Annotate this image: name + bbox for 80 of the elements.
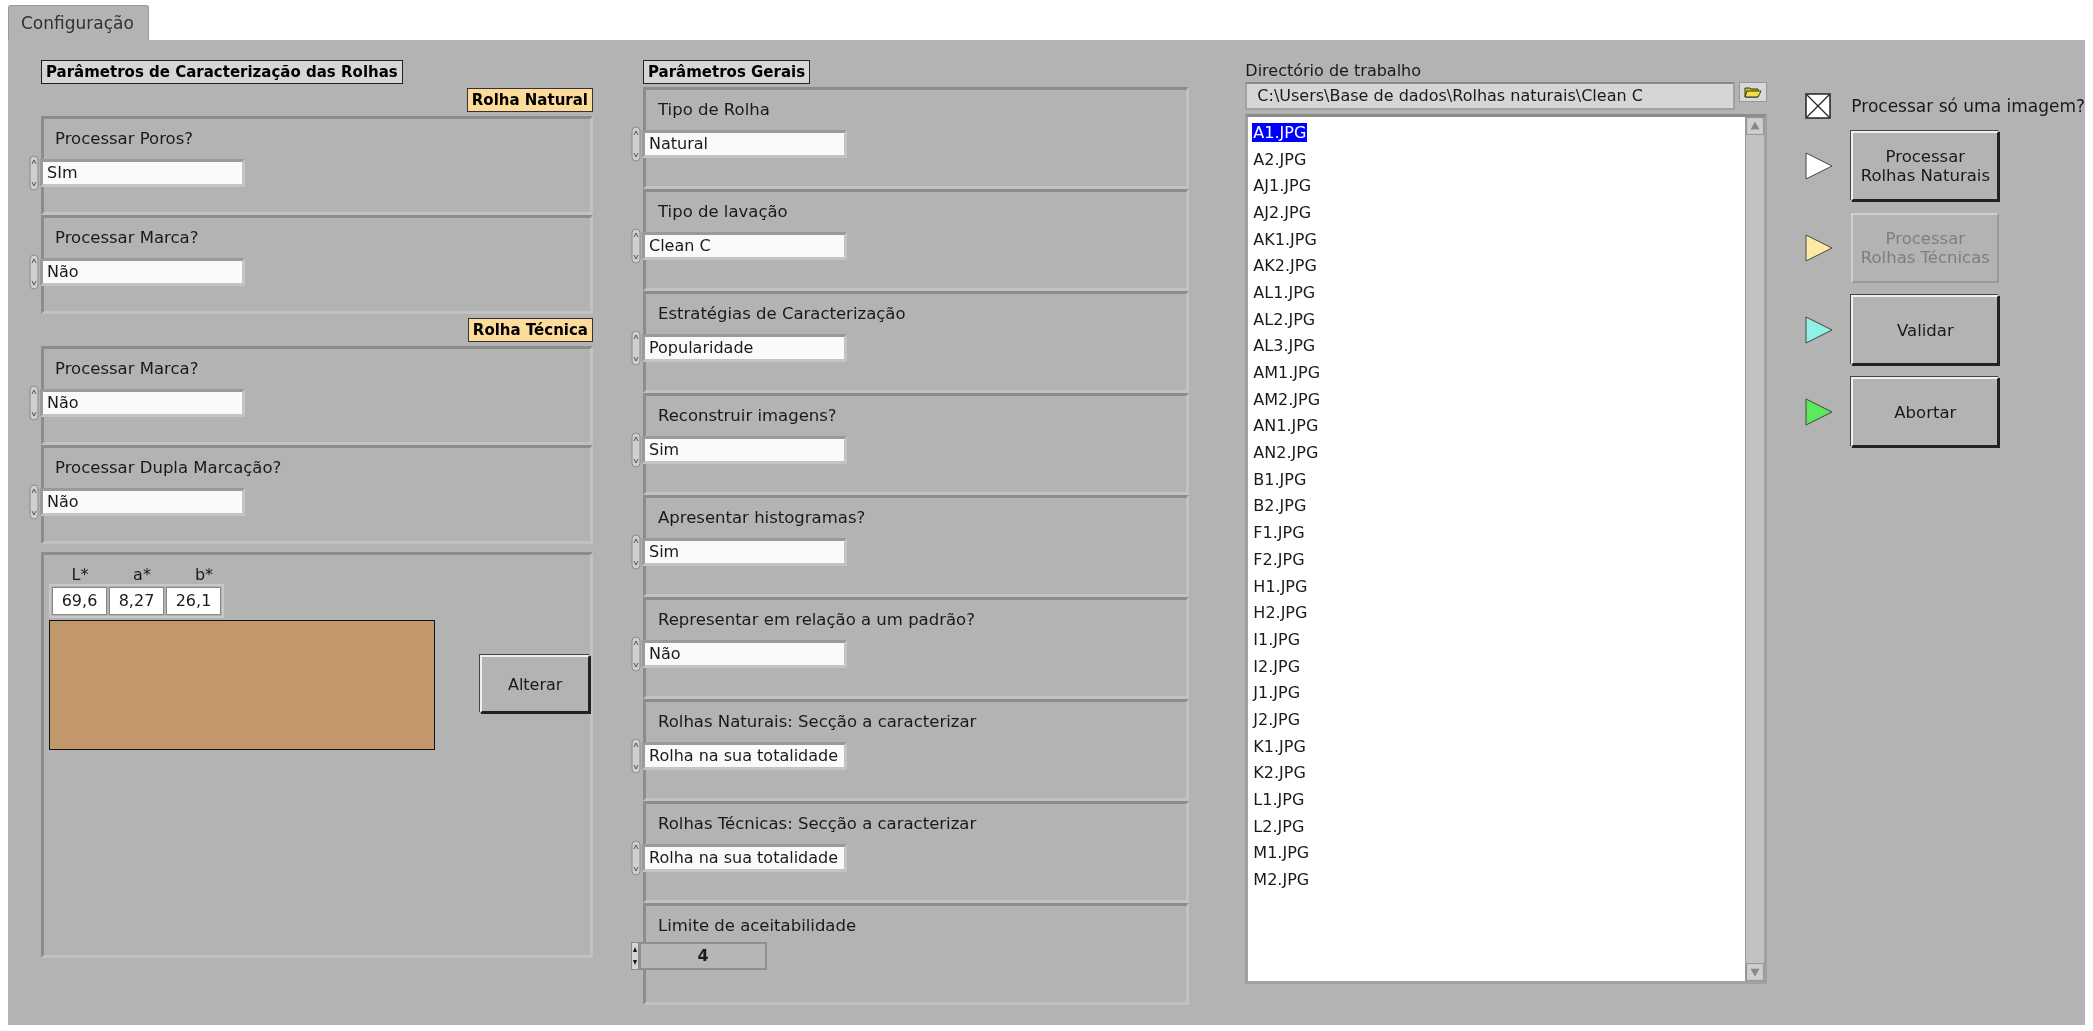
column-label: a* (133, 565, 151, 584)
section-title: Parâmetros de Caracterização das Rolhas (41, 60, 403, 84)
list-item[interactable]: AK2.JPG (1252, 256, 1318, 276)
list-item[interactable]: A2.JPG (1252, 149, 1308, 169)
ring-field[interactable]: Sim (642, 538, 847, 566)
list-item[interactable]: K2.JPG (1252, 763, 1307, 783)
folder-icon (1744, 86, 1763, 98)
list-item[interactable]: AL2.JPG (1252, 309, 1317, 329)
list-item[interactable]: F1.JPG (1252, 523, 1306, 543)
list-item[interactable]: B1.JPG (1252, 469, 1308, 489)
numeric-field[interactable]: 8,27 (109, 587, 164, 615)
field-label: Estratégias de Caracterização (657, 303, 907, 325)
list-item[interactable]: L1.JPG (1252, 790, 1306, 810)
list-item[interactable]: AL3.JPG (1252, 336, 1317, 356)
field-label: Rolhas Técnicas: Secção a caracterizar (657, 813, 978, 835)
section-badge: Rolha Técnica (467, 318, 593, 342)
list-item[interactable]: AN2.JPG (1252, 443, 1320, 463)
section-title: Parâmetros Gerais (643, 60, 811, 84)
list-item[interactable]: AN1.JPG (1252, 416, 1320, 436)
action-button[interactable]: Abortar (1851, 377, 2000, 447)
list-item[interactable]: H1.JPG (1252, 576, 1309, 596)
ring-field[interactable]: Natural (642, 130, 847, 158)
browse-button[interactable] (1739, 82, 1768, 102)
ring-field[interactable]: SIm (40, 159, 245, 187)
field-label: Apresentar histogramas? (657, 507, 867, 529)
list-item[interactable]: F2.JPG (1252, 549, 1306, 569)
path-field[interactable]: C:\Users\Base de dados\Rolhas naturais\Clean C (1245, 82, 1736, 110)
action-button[interactable]: Processar Rolhas Naturais (1851, 131, 2000, 201)
list-item[interactable]: K1.JPG (1252, 736, 1307, 756)
spin-arrows-icon[interactable] (631, 942, 639, 970)
ring-field[interactable]: Rolha na sua totalidade (642, 844, 847, 872)
list-item[interactable]: B2.JPG (1252, 496, 1308, 516)
list-item[interactable]: AM1.JPG (1252, 363, 1322, 383)
list-item[interactable]: J1.JPG (1252, 683, 1302, 703)
ring-field[interactable]: Não (40, 389, 245, 417)
list-item[interactable]: A1.JPG (1252, 122, 1308, 142)
field-label: Processar Marca? (54, 358, 200, 380)
list-item[interactable]: I2.JPG (1252, 656, 1302, 676)
field-label: Processar Marca? (54, 227, 200, 249)
field-label: Reconstruir imagens? (657, 405, 838, 427)
scroll-bar[interactable] (1745, 117, 1765, 981)
change-button[interactable]: Alterar (480, 655, 590, 713)
ring-field[interactable]: Rolha na sua totalidade (642, 742, 847, 770)
numeric-field[interactable]: 26,1 (166, 587, 221, 615)
list-item[interactable]: I1.JPG (1252, 629, 1302, 649)
list-item[interactable]: AK1.JPG (1252, 229, 1318, 249)
list-item[interactable]: M1.JPG (1252, 843, 1311, 863)
field-label: Rolhas Naturais: Secção a caracterizar (657, 711, 978, 733)
ring-field[interactable]: Sim (642, 436, 847, 464)
field-label: Processar Dupla Marcação? (54, 457, 283, 479)
list-item[interactable]: L2.JPG (1252, 816, 1306, 836)
scroll-up-icon[interactable] (1746, 117, 1765, 135)
field-label: Tipo de Rolha (657, 99, 771, 121)
field-label: Processar Poros? (54, 128, 195, 150)
ring-field[interactable]: Não (40, 488, 245, 516)
action-button[interactable]: Validar (1851, 295, 2000, 365)
ring-field[interactable]: Não (40, 258, 245, 286)
tab[interactable]: Configuração (8, 5, 149, 40)
list-item[interactable]: AJ2.JPG (1252, 202, 1313, 222)
list-item[interactable]: AL1.JPG (1252, 282, 1317, 302)
ring-field[interactable]: Não (642, 640, 847, 668)
column-label: L* (71, 565, 89, 584)
list-item[interactable]: AM2.JPG (1252, 389, 1322, 409)
ring-field[interactable]: Clean C (642, 232, 847, 260)
field-label: Limite de aceitabilidade (657, 915, 858, 937)
list-item[interactable]: AJ1.JPG (1252, 176, 1313, 196)
checkbox-label: Processar só uma imagem? (1851, 96, 2085, 116)
checkbox[interactable] (1805, 93, 1832, 119)
numeric-field[interactable]: 69,6 (52, 587, 107, 615)
list-item[interactable]: J2.JPG (1252, 709, 1302, 729)
column-label: b* (194, 565, 214, 584)
numeric-field[interactable]: 4 (639, 942, 767, 970)
list-item[interactable]: H2.JPG (1252, 603, 1309, 623)
section-badge: Rolha Natural (466, 88, 593, 112)
field-label: Directório de trabalho (1245, 60, 1422, 82)
ring-field[interactable]: Popularidade (642, 334, 847, 362)
scroll-down-icon[interactable] (1746, 963, 1765, 981)
field-label: Tipo de lavação (657, 201, 789, 223)
field-label: Representar em relação a um padrão? (657, 609, 976, 631)
list-item[interactable]: M2.JPG (1252, 870, 1311, 890)
